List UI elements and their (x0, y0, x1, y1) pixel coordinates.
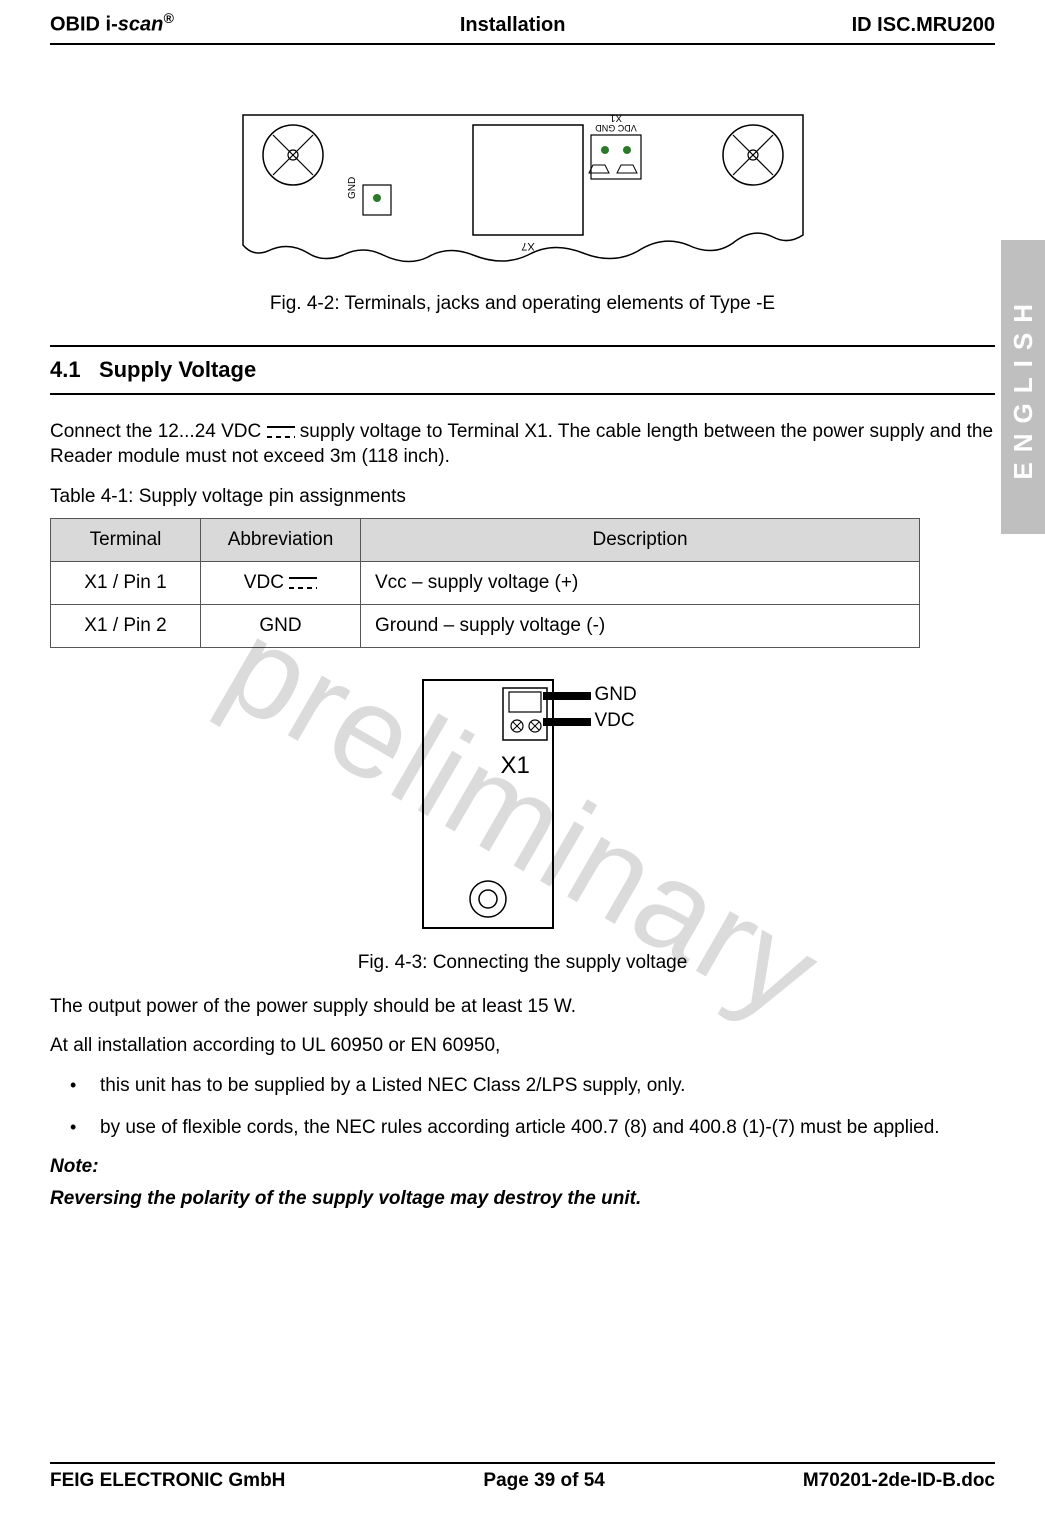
para1-a: Connect the 12...24 VDC (50, 421, 267, 442)
fig43-label-gnd: GND (595, 684, 637, 706)
language-tab-label: ENGLISH (1008, 294, 1039, 480)
requirements-list: this unit has to be supplied by a Listed… (70, 1073, 995, 1140)
dc-symbol-icon (267, 426, 295, 438)
cell-description: Vcc – supply voltage (+) (361, 561, 920, 604)
header-left-italic: scan (118, 14, 164, 36)
cell-abbrev: VDC (201, 561, 361, 604)
cell-description: Ground – supply voltage (-) (361, 604, 920, 647)
header-middle: Installation (460, 14, 566, 37)
svg-text:X1: X1 (609, 112, 622, 123)
table-row: X1 / Pin 1 VDC Vcc – supply voltage (+) (51, 561, 920, 604)
th-terminal: Terminal (51, 518, 201, 561)
fig43-label-vdc: VDC (595, 710, 635, 732)
figure-4-2-caption: Fig. 4-2: Terminals, jacks and operating… (50, 293, 995, 315)
page-footer: FEIG ELECTRONIC GmbH Page 39 of 54 M7020… (50, 1462, 995, 1492)
cell-abbrev: GND (201, 604, 361, 647)
table-row: X1 / Pin 2 GND Ground – supply voltage (… (51, 604, 920, 647)
svg-text:X7: X7 (521, 240, 534, 252)
figure-4-3-caption: Fig. 4-3: Connecting the supply voltage (50, 952, 995, 974)
table-pin-assignments: Terminal Abbreviation Description X1 / P… (50, 518, 920, 648)
header-left-sup: ® (163, 10, 173, 26)
table-4-1-caption: Table 4-1: Supply voltage pin assignment… (50, 484, 995, 510)
header-left-prefix: OBID i- (50, 14, 118, 36)
footer-left: FEIG ELECTRONIC GmbH (50, 1470, 285, 1492)
cell-terminal: X1 / Pin 1 (51, 561, 201, 604)
list-item: this unit has to be supplied by a Listed… (70, 1073, 995, 1099)
footer-middle: Page 39 of 54 (483, 1470, 604, 1492)
paragraph-output-power: The output power of the power supply sho… (50, 994, 995, 1020)
paragraph-connect: Connect the 12...24 VDC supply voltage t… (50, 419, 995, 470)
language-tab: ENGLISH (1001, 240, 1045, 534)
page-header: OBID i-scan® Installation ID ISC.MRU200 (50, 0, 995, 45)
fig43-label-x1: X1 (501, 752, 530, 780)
note-label: Note: (50, 1156, 995, 1178)
footer-right: M70201-2de-ID-B.doc (803, 1470, 995, 1492)
section-title: Supply Voltage (99, 357, 256, 382)
dc-symbol-icon (289, 577, 317, 589)
header-right: ID ISC.MRU200 (852, 14, 995, 37)
th-abbrev: Abbreviation (201, 518, 361, 561)
note-body: Reversing the polarity of the supply vol… (50, 1188, 995, 1210)
figure-4-2: X7 GND VDC GND X1 (233, 95, 813, 275)
cell-terminal: X1 / Pin 2 (51, 604, 201, 647)
section-heading: 4.1 Supply Voltage (50, 347, 995, 395)
list-item: by use of flexible cords, the NEC rules … (70, 1115, 995, 1141)
paragraph-installation: At all installation according to UL 6095… (50, 1033, 995, 1059)
section-number: 4.1 (50, 357, 81, 382)
th-description: Description (361, 518, 920, 561)
svg-text:VDC GND: VDC GND (594, 123, 636, 133)
header-left: OBID i-scan® (50, 10, 174, 37)
svg-text:GND: GND (347, 176, 358, 198)
figure-4-3: GND VDC X1 (393, 674, 653, 934)
